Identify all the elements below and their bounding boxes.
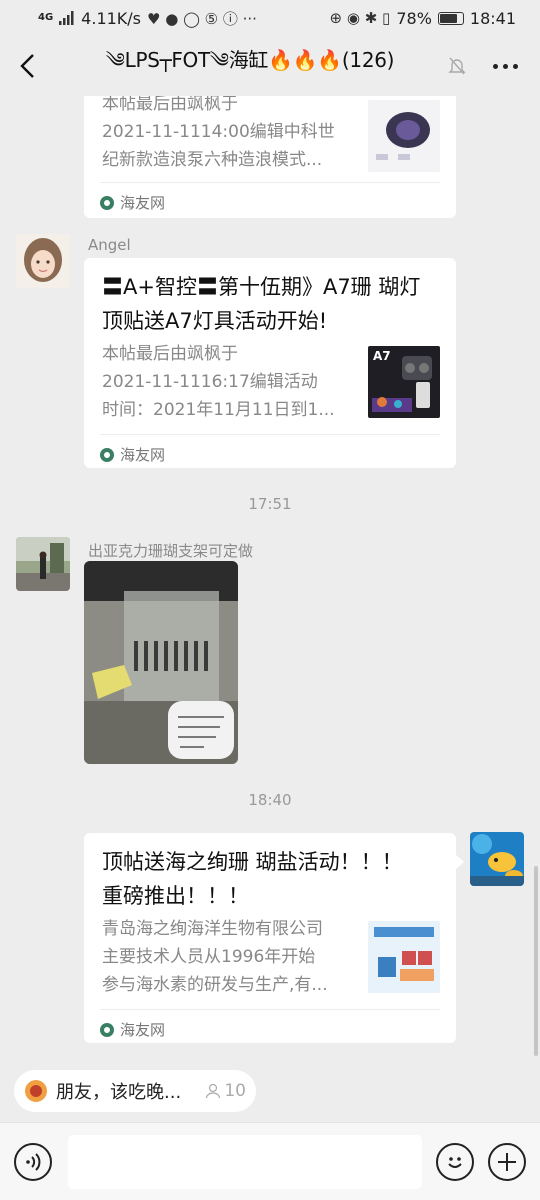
- avatar[interactable]: [16, 537, 70, 591]
- link-card[interactable]: 本帖最后由飒枫于 2021-11-1114:00编辑中科世 纪新款造浪泵六种造浪…: [84, 96, 456, 218]
- emoji-icon: [448, 1156, 462, 1168]
- sender-name: Angel: [88, 236, 131, 254]
- back-icon: [20, 54, 34, 78]
- card-desc-line: 本帖最后由飒枫于: [102, 96, 238, 114]
- battery-percent: 78%: [396, 8, 432, 28]
- card-title-line: 重磅推出！！！: [102, 884, 249, 908]
- more-icon: [492, 63, 498, 69]
- message-list[interactable]: 本帖最后由飒枫于 2021-11-1114:00编辑中科世 纪新款造浪泵六种造浪…: [0, 96, 540, 1060]
- self-avatar[interactable]: [470, 832, 524, 886]
- coral-light-thumbnail: A7: [368, 346, 440, 418]
- card-desc-line: 时间：2021年11月11日到1...: [102, 400, 335, 420]
- signal-bars-icon: [59, 11, 74, 25]
- status-bar: 4G 4.11K/s ♥ ● ◯ ⑤ ⓘ ··· ⊕ ◉ ✱ ▯ 78% 18:…: [0, 0, 540, 36]
- card-desc-line: 纪新款造浪泵六种造浪模式...: [102, 150, 323, 170]
- user-icon: [206, 1083, 221, 1099]
- back-button[interactable]: [0, 36, 56, 96]
- chat-header: ༄LPS┬FOT༄海缸🔥🔥🔥(126): [0, 36, 540, 96]
- wave-pump-thumbnail: [368, 100, 440, 172]
- network-speed: 4.11K/s: [81, 8, 142, 28]
- timestamp: 17:51: [248, 495, 292, 513]
- card-title-line: 〓A+智控〓第十伍期》A7珊 瑚灯: [102, 275, 421, 299]
- notice-count: 10: [205, 1081, 246, 1101]
- image-message[interactable]: [84, 561, 238, 764]
- bubble-tail: [455, 854, 464, 870]
- source-icon: [100, 447, 114, 462]
- notice-avatar-icon: [25, 1080, 47, 1102]
- notification-icons: ♥ ● ◯ ⑤ ⓘ ···: [147, 9, 257, 28]
- clock: 18:41: [469, 8, 516, 28]
- voice-icon: [26, 1152, 41, 1171]
- card-desc-line: 2021-11-1116:17编辑活动: [102, 372, 318, 392]
- source-icon: [100, 1022, 114, 1037]
- link-card[interactable]: 顶帖送海之绚珊 瑚盐活动！！！ 重磅推出！！！ 青岛海之绚海洋生物有限公司 主要…: [84, 833, 456, 1043]
- card-desc-line: 2021-11-1114:00编辑中科世: [102, 122, 335, 142]
- sender-name: 出亚克力珊瑚支架可定做: [88, 542, 254, 560]
- plus-button[interactable]: [488, 1142, 526, 1181]
- message-input[interactable]: [68, 1134, 422, 1189]
- timestamp: 18:40: [248, 791, 292, 809]
- battery-icon: [437, 11, 464, 25]
- avatar[interactable]: [16, 234, 70, 288]
- mute-icon: [444, 56, 470, 76]
- input-bar: [0, 1122, 540, 1200]
- more-button[interactable]: [470, 36, 540, 96]
- card-desc-line: 本帖最后由飒枫于: [102, 344, 238, 364]
- chat-screen: 4G 4.11K/s ♥ ● ◯ ⑤ ⓘ ··· ⊕ ◉ ✱ ▯ 78% 18:…: [0, 0, 540, 1200]
- card-desc-line: 青岛海之绚海洋生物有限公司: [102, 919, 323, 939]
- emoji-button[interactable]: [436, 1142, 474, 1181]
- group-notice[interactable]: 朋友，该吃晚... 10: [14, 1070, 256, 1112]
- card-source: 海友网: [120, 446, 166, 464]
- chat-title: ༄LPS┬FOT༄海缸🔥🔥🔥(126): [105, 48, 395, 72]
- source-icon: [100, 195, 114, 210]
- system-icons: ⊕ ◉ ✱ ▯: [329, 9, 391, 27]
- card-desc-line: 主要技术人员从1996年开始: [102, 947, 316, 967]
- voice-button[interactable]: [14, 1142, 52, 1181]
- plus-icon: [498, 1152, 516, 1171]
- notice-text: 朋友，该吃晚...: [56, 1082, 182, 1103]
- notice-count-value: 10: [224, 1081, 246, 1101]
- card-title-line: 顶贴送A7灯具活动开始!: [102, 309, 328, 333]
- sea-salt-thumbnail: [368, 921, 440, 993]
- signal-indicator: 4G: [38, 12, 54, 23]
- card-source: 海友网: [120, 194, 166, 212]
- card-title-line: 顶帖送海之绚珊 瑚盐活动！！！: [102, 850, 403, 874]
- scrollbar[interactable]: [534, 866, 538, 1056]
- link-card[interactable]: 〓A+智控〓第十伍期》A7珊 瑚灯 顶贴送A7灯具活动开始! 本帖最后由飒枫于 …: [84, 258, 456, 468]
- card-source: 海友网: [120, 1021, 166, 1039]
- card-desc-line: 参与海水素的研发与生产,有...: [102, 975, 328, 995]
